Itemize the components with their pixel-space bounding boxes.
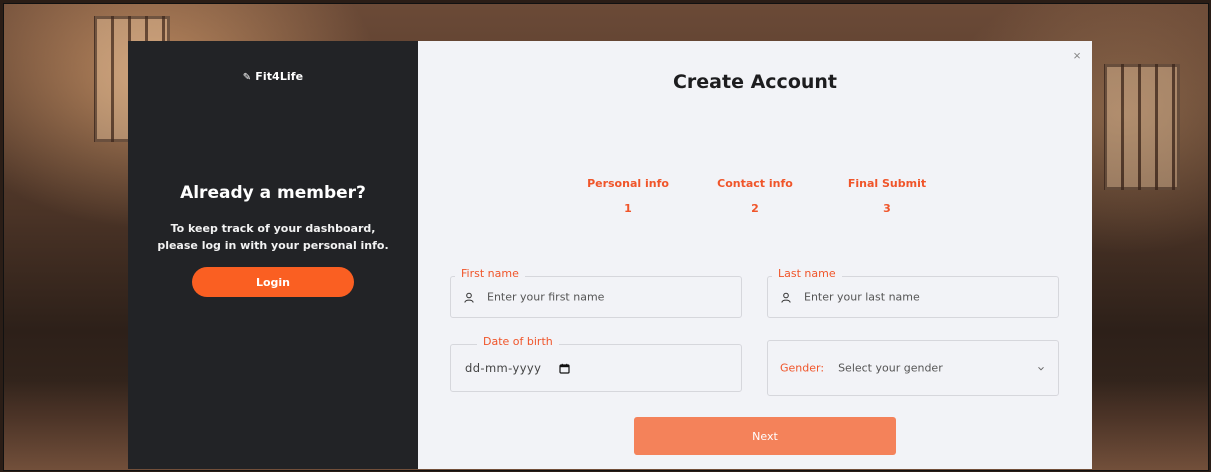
step-label: Final Submit xyxy=(847,177,927,190)
signup-modal: ✎ Fit4Life Already a member? To keep trac… xyxy=(128,41,1092,469)
chevron-down-icon[interactable] xyxy=(1036,363,1046,373)
first-name-input[interactable] xyxy=(485,289,729,305)
step-personal-info: Personal info 1 xyxy=(573,177,683,215)
step-number: 2 xyxy=(751,202,759,215)
user-icon xyxy=(781,292,791,303)
step-label: Contact info xyxy=(717,177,793,190)
last-name-input[interactable] xyxy=(802,289,1046,305)
step-final-submit: Final Submit 3 xyxy=(832,177,942,215)
member-text-line: please log in with your personal info. xyxy=(157,239,389,252)
member-title: Already a member? xyxy=(180,183,366,203)
step-indicator: Personal info 1 Contact info 2 Final Sub… xyxy=(573,177,933,217)
last-name-row xyxy=(780,289,1046,305)
next-button[interactable]: Next xyxy=(634,417,896,455)
date-of-birth-row[interactable]: dd-mm-yyyy xyxy=(465,361,729,375)
date-of-birth-label: Date of birth xyxy=(477,335,559,348)
last-name-field: Last name xyxy=(767,267,1059,318)
last-name-label: Last name xyxy=(772,267,842,280)
step-number: 1 xyxy=(624,202,632,215)
gender-row[interactable]: Gender: Select your gender xyxy=(780,362,1046,375)
brand-name: Fit4Life xyxy=(255,70,304,83)
first-name-row xyxy=(463,289,729,305)
close-icon[interactable]: × xyxy=(1070,49,1084,63)
first-name-label: First name xyxy=(455,267,525,280)
background-window xyxy=(1104,64,1180,190)
gender-value[interactable]: Select your gender xyxy=(838,362,1036,375)
login-button[interactable]: Login xyxy=(192,267,354,297)
login-panel: ✎ Fit4Life Already a member? To keep trac… xyxy=(128,41,418,469)
member-text-line: To keep track of your dashboard, xyxy=(170,222,376,235)
date-of-birth-field: Date of birth dd-mm-yyyy xyxy=(450,335,742,392)
step-number: 3 xyxy=(883,202,891,215)
brand-logo: ✎ Fit4Life xyxy=(128,70,418,83)
member-text: To keep track of your dashboard, please … xyxy=(148,220,398,254)
page-title: Create Account xyxy=(672,71,838,93)
calendar-icon[interactable] xyxy=(559,363,570,374)
first-name-field: First name xyxy=(450,267,742,318)
signup-panel: × Create Account Personal info 1 Contact… xyxy=(418,41,1092,469)
user-icon xyxy=(464,292,474,303)
step-label: Personal info xyxy=(587,177,669,190)
step-contact-info: Contact info 2 xyxy=(700,177,810,215)
gender-label: Gender: xyxy=(780,361,825,375)
gender-select[interactable]: Gender: Select your gender xyxy=(767,340,1059,396)
pencil-icon: ✎ xyxy=(242,72,252,83)
date-of-birth-input[interactable]: dd-mm-yyyy xyxy=(465,361,541,375)
